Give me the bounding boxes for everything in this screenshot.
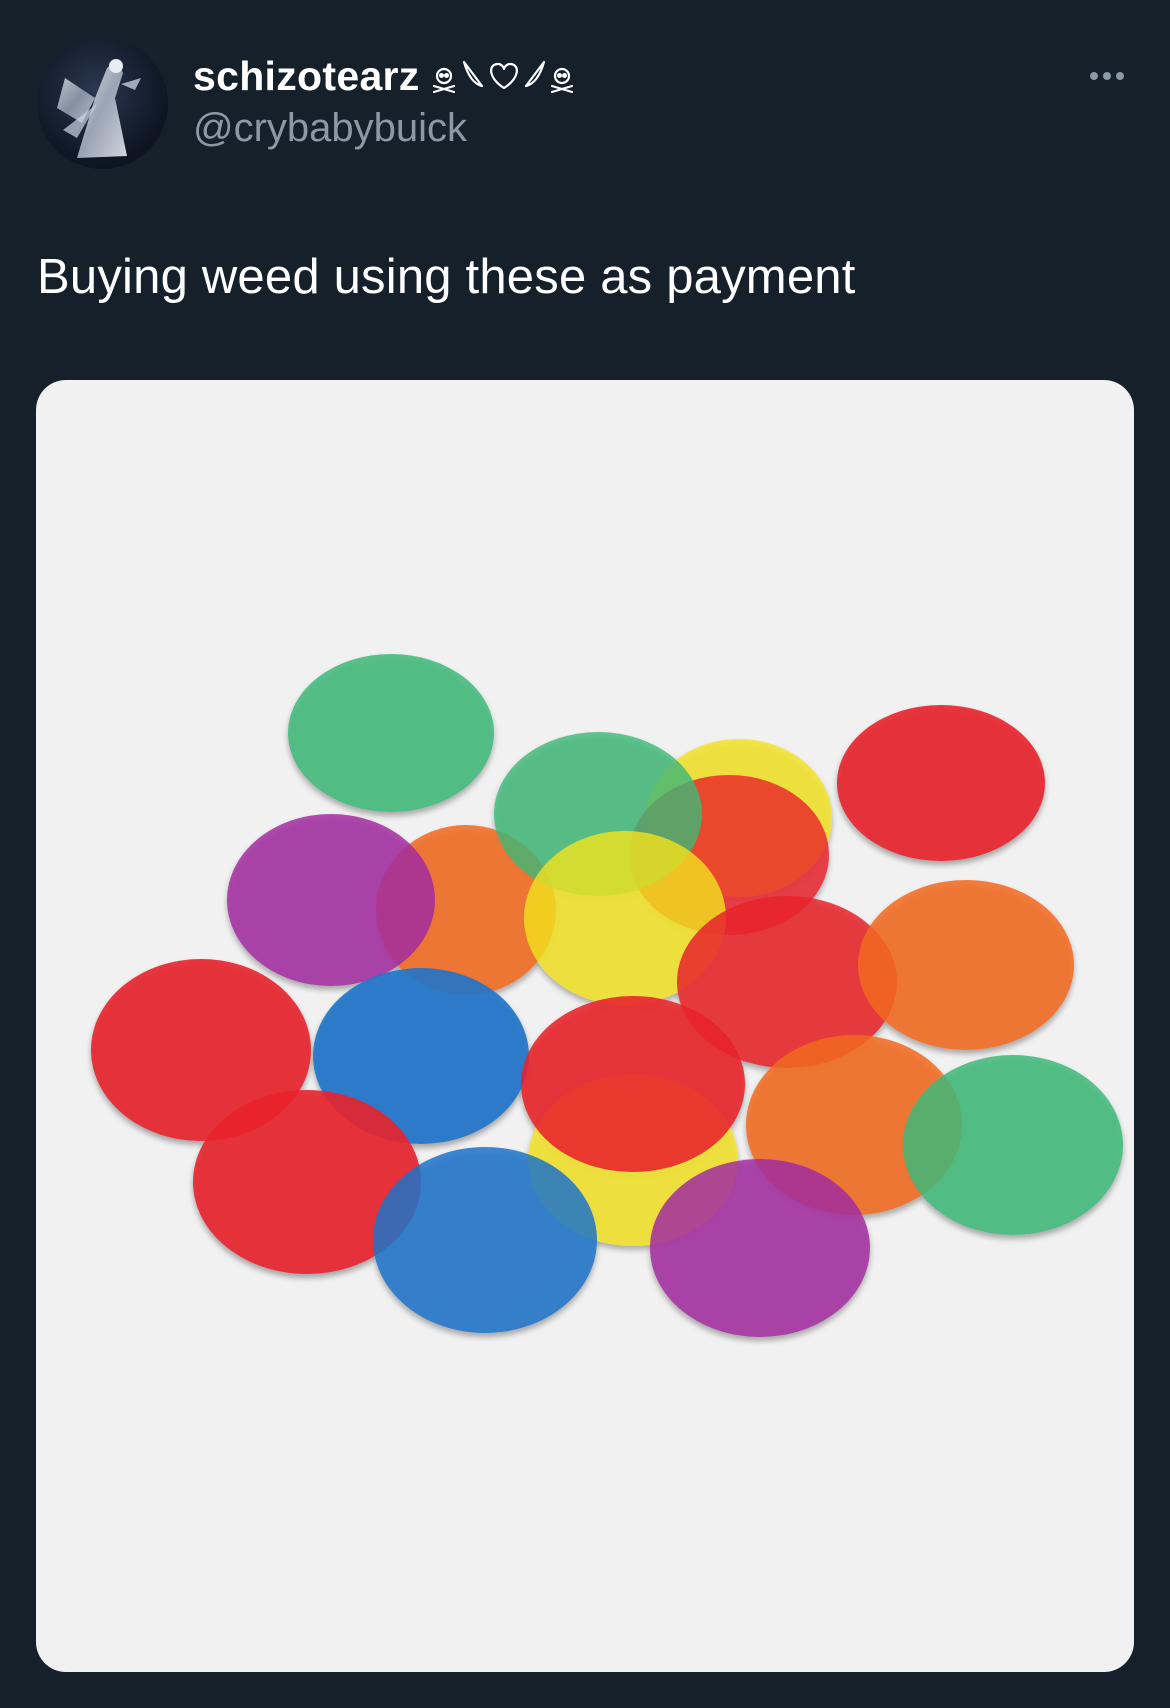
chip-green <box>903 1055 1123 1235</box>
chip-green <box>288 654 494 812</box>
skull-wings-heart-icon <box>432 60 573 94</box>
author-avatar[interactable] <box>37 38 168 169</box>
chip-purple <box>227 814 435 986</box>
colored-chips-photo <box>91 654 1123 1337</box>
chip-purple <box>650 1159 870 1337</box>
angel-figure-icon <box>57 59 141 158</box>
chip-red <box>837 705 1045 861</box>
ellipsis-icon <box>1103 72 1111 80</box>
ellipsis-icon <box>1116 72 1124 80</box>
tweet-photo[interactable] <box>36 380 1134 1672</box>
chip-orange <box>858 880 1074 1050</box>
name-decoration <box>430 50 578 102</box>
chip-blue <box>373 1147 597 1333</box>
author-handle[interactable]: @crybabybuick <box>193 102 578 154</box>
ellipsis-icon <box>1090 72 1098 80</box>
author-display-name[interactable]: schizotearz <box>193 50 420 102</box>
more-options-button[interactable] <box>1079 60 1135 92</box>
tweet-text: Buying weed using these as payment <box>37 250 856 304</box>
chip-red <box>521 996 745 1172</box>
